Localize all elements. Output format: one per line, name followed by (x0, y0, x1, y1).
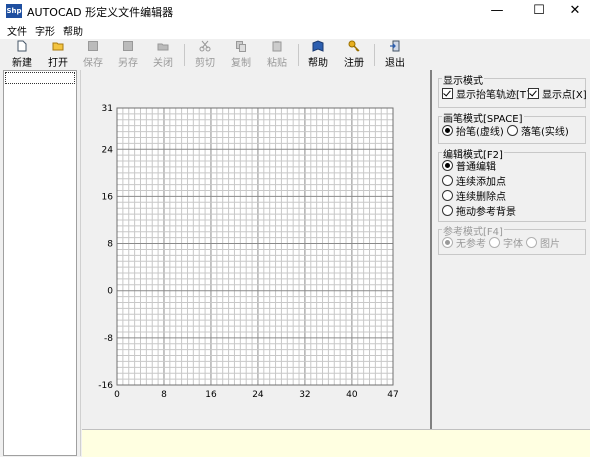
save-as-button[interactable]: 另存 (115, 40, 141, 69)
x-tick-label: 24 (252, 390, 264, 400)
edit-mode-option[interactable]: 连续删除点 (442, 188, 506, 203)
edit-mode-label: 普通编辑 (456, 162, 496, 173)
window-title: AUTOCAD 形定义文件编辑器 (27, 6, 174, 19)
show-pen-up-checkbox[interactable] (442, 88, 453, 99)
pen-down-label: 落笔(实线) (521, 127, 569, 138)
menu-bar (0, 22, 590, 39)
exit-button[interactable]: 退出 (382, 40, 408, 69)
show-points-label: 显示点[X] (542, 90, 587, 101)
new-file-icon (17, 40, 27, 52)
paste-label: 粘贴 (267, 58, 287, 69)
save-button[interactable]: 保存 (80, 40, 106, 69)
close-file-button[interactable]: 关闭 (150, 40, 176, 69)
pen-down-radio[interactable] (507, 125, 518, 136)
pen-up-radio[interactable] (442, 125, 453, 136)
toolbar-separator (374, 44, 375, 66)
app-icon: Shp (6, 4, 22, 18)
open-label: 打开 (48, 58, 68, 69)
copy-label: 复制 (231, 58, 251, 69)
toolbar-separator (184, 44, 185, 66)
edit-mode-radio[interactable] (442, 175, 453, 186)
menu-help[interactable]: 帮助 (63, 23, 83, 38)
ref-mode-option[interactable]: 无参考 (442, 235, 486, 250)
ref-mode-label: 图片 (540, 239, 560, 250)
y-tick-label: 0 (107, 287, 113, 297)
options-panel: 显示模式 显示抬笔轨迹[T] 显示点[X] 画笔模式[SPACE] 抬笔(虚线)… (430, 70, 590, 430)
menu-shape[interactable]: 字形 (35, 23, 55, 38)
edit-mode-label: 拖动参考背景 (456, 207, 516, 218)
shape-list-selection[interactable] (5, 72, 75, 84)
y-tick-label: -16 (98, 381, 113, 391)
x-tick-label: 0 (114, 390, 120, 400)
close-folder-icon (157, 43, 169, 51)
shape-grid-canvas[interactable]: 0 8 16 24 32 40 47 31 24 16 8 0 -8 -16 (90, 100, 410, 405)
save-icon (88, 41, 98, 51)
new-label: 新建 (12, 58, 32, 69)
menu-file[interactable]: 文件 (7, 23, 27, 38)
x-tick-label: 16 (205, 390, 217, 400)
close-file-label: 关闭 (153, 58, 173, 69)
pen-up-label: 抬笔(虚线) (456, 127, 504, 138)
edit-mode-option[interactable]: 普通编辑 (442, 158, 496, 173)
edit-mode-label: 连续添加点 (456, 177, 506, 188)
splitter[interactable] (80, 70, 81, 456)
show-points-checkbox[interactable] (528, 88, 539, 99)
save-as-label: 另存 (118, 58, 138, 69)
scissors-icon (199, 40, 211, 52)
y-tick-label: 16 (102, 192, 114, 202)
exit-door-icon (390, 40, 400, 52)
help-button[interactable]: 帮助 (305, 40, 331, 69)
show-points-option[interactable]: 显示点[X] (528, 86, 587, 101)
x-tick-label: 47 (387, 390, 398, 400)
pen-up-option[interactable]: 抬笔(虚线) (442, 123, 504, 138)
ref-mode-option[interactable]: 字体 (489, 235, 523, 250)
register-label: 注册 (344, 58, 364, 69)
help-book-icon (312, 40, 324, 52)
ref-mode-label: 字体 (503, 239, 523, 250)
save-label: 保存 (83, 58, 103, 69)
x-tick-label: 40 (346, 390, 358, 400)
cut-label: 剪切 (195, 58, 215, 69)
y-tick-label: 8 (107, 240, 113, 250)
pen-down-option[interactable]: 落笔(实线) (507, 123, 569, 138)
toolbar-separator (298, 44, 299, 66)
copy-icon (236, 41, 246, 52)
info-pane[interactable] (82, 429, 590, 457)
edit-mode-option[interactable]: 拖动参考背景 (442, 203, 516, 218)
shape-list[interactable] (3, 70, 77, 456)
key-icon (348, 40, 360, 52)
close-button[interactable]: ✕ (560, 0, 590, 22)
minimize-button[interactable]: — (482, 0, 512, 22)
exit-label: 退出 (385, 58, 405, 69)
new-button[interactable]: 新建 (9, 40, 35, 69)
paste-icon (272, 41, 282, 52)
edit-mode-radio[interactable] (442, 160, 453, 171)
ref-mode-radio[interactable] (489, 237, 500, 248)
open-folder-icon (52, 42, 64, 51)
save-as-icon (123, 41, 133, 51)
cut-button[interactable]: 剪切 (192, 40, 218, 69)
ref-mode-radio[interactable] (526, 237, 537, 248)
y-tick-label: 24 (102, 145, 114, 155)
open-button[interactable]: 打开 (45, 40, 71, 69)
edit-mode-radio[interactable] (442, 190, 453, 201)
ref-mode-radio[interactable] (442, 237, 453, 248)
y-tick-label: 31 (102, 104, 113, 114)
x-tick-label: 8 (161, 390, 167, 400)
edit-mode-label: 连续删除点 (456, 192, 506, 203)
ref-mode-label: 无参考 (456, 239, 486, 250)
y-tick-label: -8 (104, 334, 113, 344)
show-pen-up-option[interactable]: 显示抬笔轨迹[T] (442, 86, 530, 101)
copy-button[interactable]: 复制 (228, 40, 254, 69)
show-pen-up-label: 显示抬笔轨迹[T] (456, 90, 530, 101)
x-tick-label: 32 (299, 390, 310, 400)
help-label: 帮助 (308, 58, 328, 69)
ref-mode-option[interactable]: 图片 (526, 235, 560, 250)
edit-mode-radio[interactable] (442, 205, 453, 216)
paste-button[interactable]: 粘贴 (264, 40, 290, 69)
display-mode-title: 显示模式 (442, 72, 484, 87)
register-button[interactable]: 注册 (341, 40, 367, 69)
edit-mode-option[interactable]: 连续添加点 (442, 173, 506, 188)
maximize-button[interactable]: ☐ (524, 0, 554, 22)
